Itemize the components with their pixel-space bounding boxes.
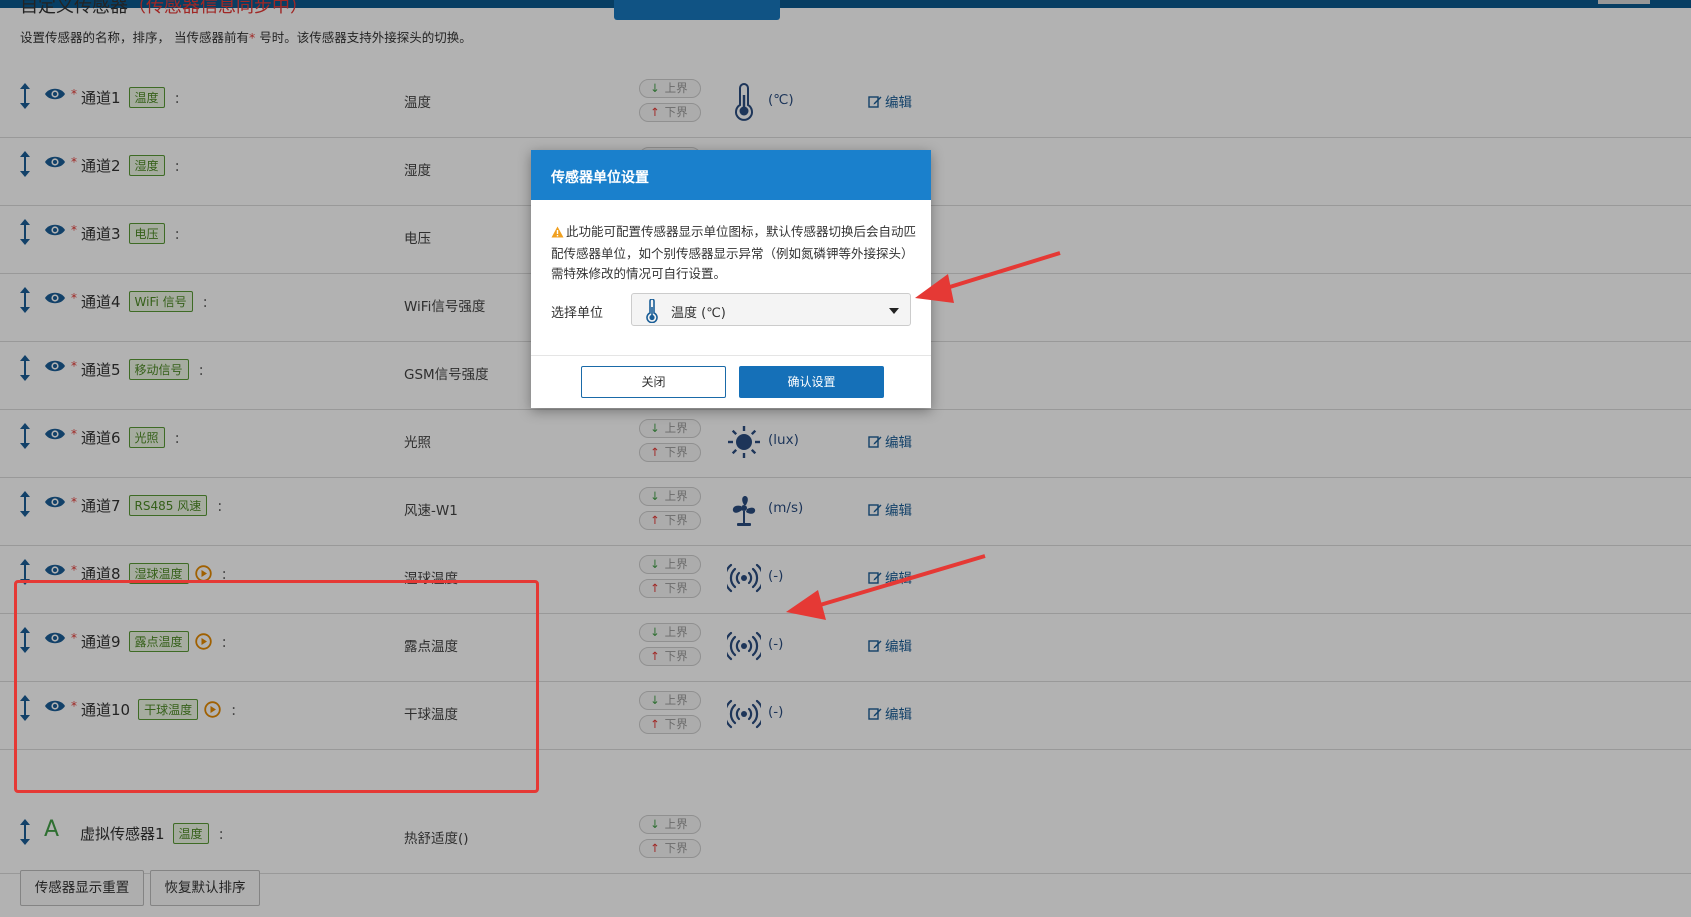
annotation-arrow-to-select	[915, 251, 1061, 303]
annotation-arrow-to-unit	[786, 554, 986, 620]
annotation-arrows	[786, 251, 1061, 620]
